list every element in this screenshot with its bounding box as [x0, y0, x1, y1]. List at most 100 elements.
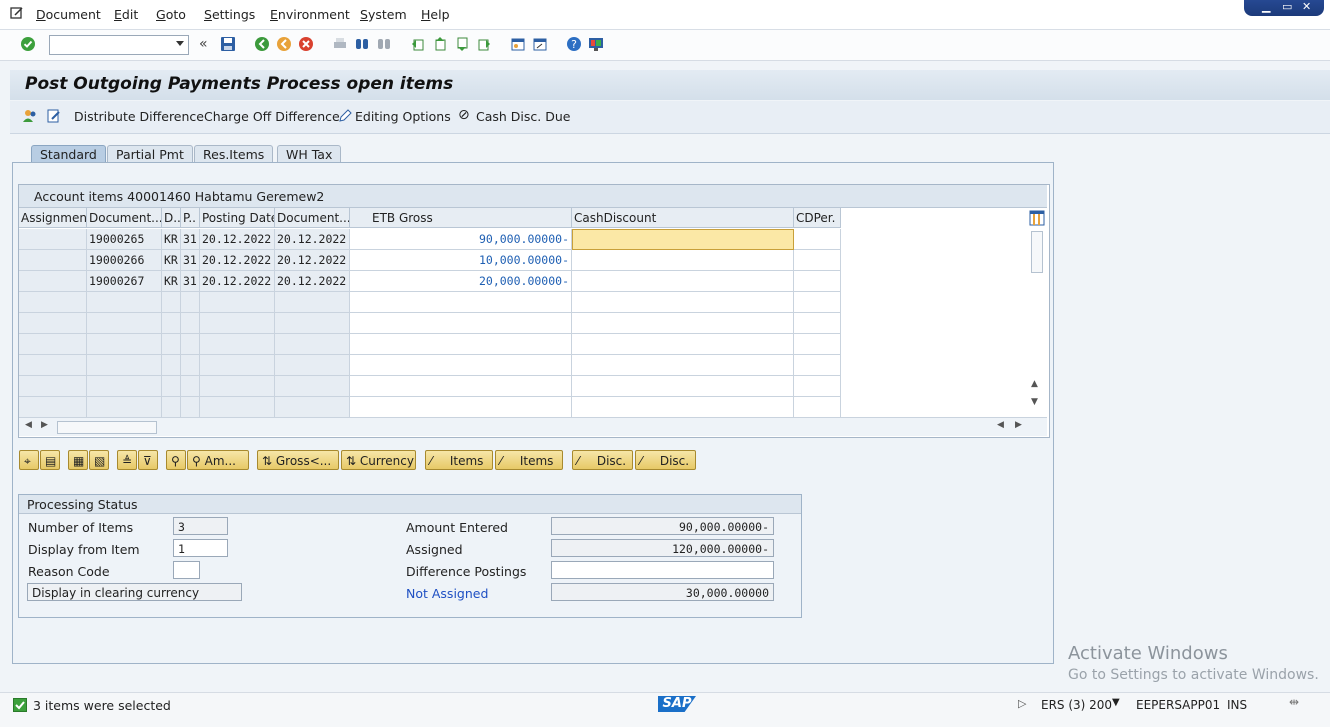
find-icon[interactable] [354, 36, 370, 52]
column-header-document-date[interactable]: Document... [275, 208, 350, 228]
column-header-cd-per[interactable]: CDPer. [794, 208, 841, 228]
command-field[interactable] [49, 35, 189, 55]
enter-icon[interactable] [20, 36, 36, 52]
cash-disc-due-button[interactable]: Cash Disc. Due [476, 109, 570, 124]
minimize-icon[interactable]: ▁ [1262, 0, 1270, 13]
play-icon[interactable]: ▷ [1018, 697, 1026, 710]
scroll-thumb[interactable] [57, 421, 157, 434]
menu-goto[interactable]: Goto [156, 7, 186, 22]
find-amount-button[interactable]: ⚲ Am... [187, 450, 249, 470]
filter-button[interactable]: ⊽ [138, 450, 158, 470]
collapse-icon[interactable]: « [199, 36, 208, 52]
edit-document-icon[interactable] [46, 108, 62, 124]
charge-off-difference-button[interactable]: Charge Off Difference [204, 109, 340, 124]
activate-items-button[interactable]: ⁄ Items [425, 450, 493, 470]
deactivate-items-button[interactable]: ⁄ Items [495, 450, 563, 470]
menu-document[interactable]: Document [36, 7, 101, 22]
scroll-down-icon[interactable]: ▼ [1031, 397, 1038, 407]
cell-cash-discount-input[interactable] [572, 229, 794, 250]
empty-cell [350, 313, 572, 334]
difference-postings-input[interactable] [551, 561, 774, 579]
find-next-icon[interactable] [376, 36, 392, 52]
vertical-scrollbar[interactable]: ▲ ▼ [1029, 229, 1043, 415]
last-page-icon[interactable] [476, 36, 492, 52]
scroll-up-icon[interactable]: ▲ [1031, 379, 1038, 389]
column-header-posting-key[interactable]: P.. [181, 208, 200, 228]
deactivate-disc-button[interactable]: ⁄ Disc. [635, 450, 696, 470]
empty-cell [87, 376, 162, 397]
reason-code-input[interactable] [173, 561, 200, 579]
back-icon[interactable] [254, 36, 270, 52]
close-icon[interactable]: ✕ [1302, 0, 1311, 13]
cell-cd-per-input[interactable] [794, 229, 841, 250]
scroll-left-icon[interactable]: ◀ [997, 420, 1004, 430]
menu-environment[interactable]: Environment [270, 7, 350, 22]
menu-icon[interactable] [9, 5, 25, 21]
print-icon[interactable] [332, 36, 348, 52]
cell-cash-discount-input[interactable] [572, 271, 794, 292]
customize-layout-icon[interactable] [588, 36, 604, 52]
input-mode[interactable]: INS [1227, 698, 1247, 712]
currency-button[interactable]: ⇅ Currency [341, 450, 416, 470]
cell-cash-discount-input[interactable] [572, 250, 794, 271]
display-clearing-currency-button[interactable]: Display in clearing currency [27, 583, 242, 601]
activate-disc-button[interactable]: ⁄ Disc. [572, 450, 633, 470]
select-block-button[interactable]: ▦ [68, 450, 88, 470]
help-icon[interactable]: ? [566, 36, 582, 52]
table-row[interactable]: 19000266 KR 31 20.12.2022 20.12.2022 10,… [19, 250, 841, 271]
column-header-doc-type[interactable]: D.. [162, 208, 181, 228]
menu-edit[interactable]: Edit [114, 7, 138, 22]
menu-help[interactable]: Help [421, 7, 450, 22]
find-button[interactable]: ⚲ [166, 450, 186, 470]
cell-cd-per-input[interactable] [794, 250, 841, 271]
column-header-document-no[interactable]: Document... [87, 208, 162, 228]
exit-icon[interactable] [276, 36, 292, 52]
save-icon[interactable] [220, 36, 236, 52]
menu-system[interactable]: System [360, 7, 407, 22]
scroll-thumb[interactable] [1031, 231, 1043, 273]
scroll-right-icon[interactable]: ▶ [1015, 420, 1022, 430]
empty-table-row [19, 355, 841, 376]
cell-gross: 10,000.00000- [350, 250, 572, 271]
column-header-cash-discount[interactable]: CashDiscount [572, 208, 794, 228]
empty-cell [572, 376, 794, 397]
editing-options-button[interactable]: Editing Options [355, 109, 451, 124]
system-info[interactable]: ERS (3) 200 [1041, 698, 1112, 712]
column-header-posting-date[interactable]: Posting Date [200, 208, 275, 228]
table-row[interactable]: 19000267 KR 31 20.12.2022 20.12.2022 20,… [19, 271, 841, 292]
shortcut-icon[interactable] [532, 36, 548, 52]
table-row[interactable]: 19000265 KR 31 20.12.2022 20.12.2022 90,… [19, 229, 841, 250]
deselect-block-button[interactable]: ▧ [89, 450, 109, 470]
command-input[interactable] [50, 36, 176, 52]
display-from-item-input[interactable]: 1 [173, 539, 228, 557]
create-session-icon[interactable] [510, 36, 526, 52]
empty-cell [572, 292, 794, 313]
sort-gross-button[interactable]: ⇅ Gross<... [257, 450, 339, 470]
resize-handle-icon[interactable]: ⇹ [1289, 695, 1299, 709]
chevron-down-icon[interactable]: ▼ [1112, 697, 1120, 708]
deselect-all-button[interactable]: ▤ [40, 450, 60, 470]
chevron-down-icon[interactable] [176, 41, 184, 46]
select-all-button[interactable]: ⌖ [19, 450, 39, 470]
column-settings-icon[interactable] [1029, 210, 1045, 226]
people-icon[interactable] [22, 108, 38, 124]
cell-cd-per-input[interactable] [794, 271, 841, 292]
empty-cell [19, 355, 87, 376]
empty-cell [275, 334, 350, 355]
scroll-right-icon[interactable]: ▶ [41, 420, 48, 430]
empty-cell [181, 334, 200, 355]
status-message[interactable]: 3 items were selected [33, 698, 171, 713]
column-header-assignment[interactable]: Assignment [19, 208, 87, 228]
next-page-icon[interactable] [454, 36, 470, 52]
maximize-icon[interactable]: ▭ [1282, 0, 1292, 13]
scroll-left-icon[interactable]: ◀ [25, 420, 32, 430]
horizontal-scrollbar[interactable]: ◀ ▶ ◀ ▶ [19, 417, 1047, 436]
distribute-difference-button[interactable]: Distribute Difference [74, 109, 204, 124]
previous-page-icon[interactable] [432, 36, 448, 52]
column-header-gross[interactable]: ETB Gross [350, 208, 572, 228]
menu-settings[interactable]: Settings [204, 7, 255, 22]
cell-posting-key: 31 [181, 250, 200, 271]
sort-ascending-button[interactable]: ≜ [117, 450, 137, 470]
first-page-icon[interactable] [410, 36, 426, 52]
cancel-icon[interactable] [298, 36, 314, 52]
